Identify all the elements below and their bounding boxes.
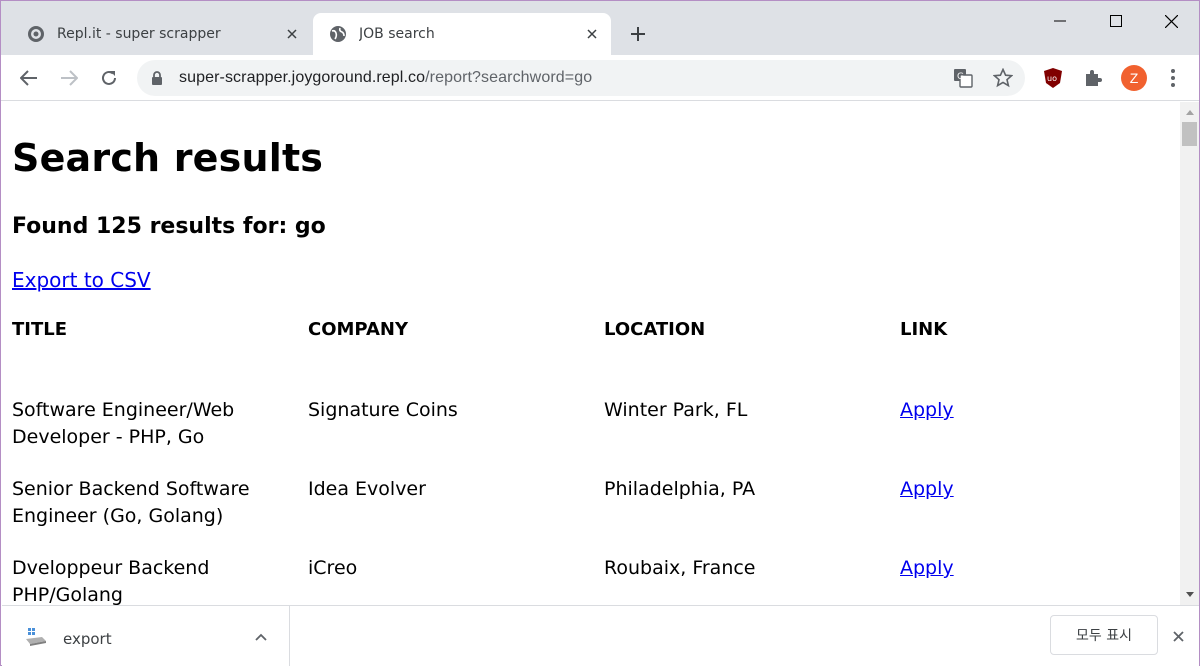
browser-toolbar: super-scrapper.joygoround.repl.co/report… [1,55,1199,101]
job-company: Signature Coins [308,399,458,421]
close-download-bar-icon[interactable] [1166,624,1190,648]
column-header-title: TITLE [12,319,68,340]
plus-icon [631,27,645,41]
url-path: /report?searchword=go [425,69,593,86]
minimize-icon [1053,20,1066,22]
scrollbar-thumb[interactable] [1182,122,1197,146]
job-title: Dveloppeur Backend PHP/Golang [12,557,210,605]
apply-link[interactable]: Apply [900,399,954,421]
minimize-button[interactable] [1031,1,1088,41]
reload-icon [102,70,116,85]
tab-job-search[interactable]: JOB search [313,13,611,55]
table-row: Dveloppeur Backend PHP/Golang iCreo Roub… [12,555,1180,605]
download-file-name: export [63,630,112,648]
new-tab-button[interactable] [623,21,653,47]
table-row: Senior Backend Software Engineer (Go, Go… [12,476,1180,555]
job-location: Philadelphia, PA [604,478,756,500]
profile-avatar[interactable]: Z [1120,64,1148,92]
results-table: TITLE COMPANY LOCATION LINK Software Eng… [12,319,1180,605]
column-header-company: COMPANY [308,319,408,340]
tab-strip: Repl.it - super scrapper JOB search [1,1,1199,55]
results-summary: Found 125 results for: go [12,214,326,239]
column-header-location: LOCATION [604,319,706,340]
job-title: Software Engineer/Web Developer - PHP, G… [12,399,235,448]
scroll-up-arrow-icon[interactable] [1180,104,1199,121]
globe-icon [330,26,346,42]
table-header-row: TITLE COMPANY LOCATION LINK [12,319,1180,345]
address-bar[interactable]: super-scrapper.joygoround.repl.co/report… [137,60,1025,96]
replit-icon [28,26,44,42]
download-bar: export 모두 표시 [2,605,1199,666]
job-company: iCreo [308,557,358,579]
bookmark-star-icon[interactable] [991,66,1015,90]
tab-title: Repl.it - super scrapper [57,26,221,42]
extensions-puzzle-icon[interactable] [1079,64,1107,92]
show-all-button[interactable]: 모두 표시 [1050,615,1158,655]
column-header-link: LINK [900,319,948,340]
avatar: Z [1121,65,1147,91]
close-icon [1165,14,1178,28]
page-viewport: Search results Found 125 results for: go… [2,102,1180,605]
close-window-button[interactable] [1143,1,1200,41]
menu-kebab-icon[interactable] [1159,64,1187,92]
maximize-button[interactable] [1087,1,1144,41]
close-tab-icon[interactable] [579,21,605,47]
download-item[interactable]: export [2,606,290,666]
back-button[interactable] [13,62,45,94]
url-text: super-scrapper.joygoround.repl.co/report… [179,69,592,87]
scroll-down-arrow-icon[interactable] [1180,586,1199,603]
browser-window: Repl.it - super scrapper JOB search supe… [0,0,1200,666]
tab-replit[interactable]: Repl.it - super scrapper [11,13,311,55]
url-host: super-scrapper.joygoround.repl.co [179,69,426,86]
svg-text:G: G [957,72,964,82]
svg-text:uo: uo [1047,74,1057,83]
arrow-right-icon [61,70,78,86]
export-csv-link[interactable]: Export to CSV [12,267,151,293]
page-content: Search results Found 125 results for: go… [2,135,1180,605]
page-title: Search results [12,136,324,180]
apply-link[interactable]: Apply [900,478,954,500]
tab-title: JOB search [359,26,435,42]
close-tab-icon[interactable] [279,21,305,47]
table-row: Software Engineer/Web Developer - PHP, G… [12,345,1180,476]
maximize-icon [1109,15,1122,27]
arrow-left-icon [20,70,37,86]
forward-button[interactable] [53,62,85,94]
job-company: Idea Evolver [308,478,426,500]
job-title: Senior Backend Software Engineer (Go, Go… [12,478,250,527]
lock-icon[interactable] [149,70,165,86]
job-location: Winter Park, FL [604,399,748,421]
apply-link[interactable]: Apply [900,557,954,579]
chevron-up-icon[interactable] [250,626,272,648]
file-icon [26,628,46,646]
translate-icon[interactable]: G [951,66,975,90]
ublock-icon[interactable]: uo [1039,64,1067,92]
reload-button[interactable] [93,62,125,94]
vertical-scrollbar[interactable] [1180,102,1199,605]
job-location: Roubaix, France [604,557,756,579]
